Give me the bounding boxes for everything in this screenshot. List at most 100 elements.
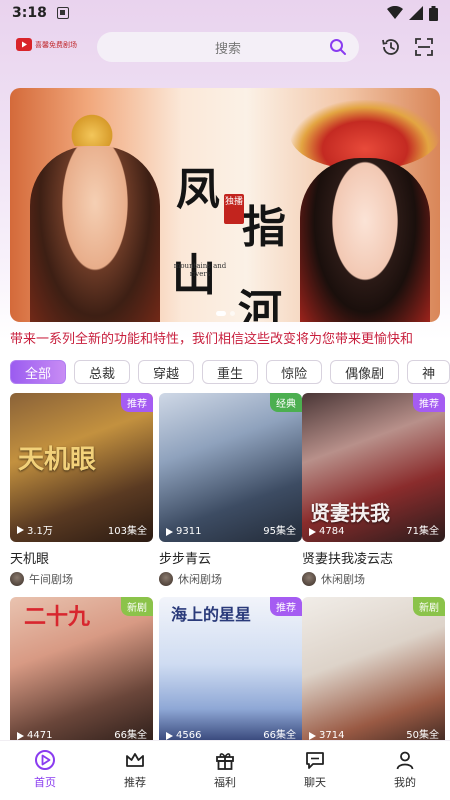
banner-dot[interactable] (229, 311, 235, 316)
drama-poster[interactable]: 海上的星星 推荐 4566 66集全 (159, 597, 302, 746)
banner-dot-active[interactable] (215, 311, 226, 316)
view-count-text: 9311 (176, 526, 202, 537)
view-count: 9311 (165, 526, 201, 537)
search-placeholder: 搜索 (214, 41, 241, 57)
scan-icon[interactable] (414, 37, 434, 57)
app-header: 喜馨免费剧场 搜索 (0, 30, 450, 64)
play-circle-icon (35, 750, 55, 770)
tab-label: 福利 (214, 776, 236, 789)
category-idol[interactable]: 偶像剧 (330, 360, 400, 384)
drama-title[interactable]: 天机眼 (10, 548, 153, 567)
tab-label: 聊天 (304, 776, 326, 789)
drama-poster[interactable]: 贤妻扶我 推荐 4784 71集全 (302, 393, 445, 542)
play-small-icon (309, 527, 316, 536)
banner-title: 凤 指 山 河 (170, 166, 290, 323)
tab-welfare[interactable]: 福利 (180, 741, 270, 800)
drama-card[interactable]: 二十九 新剧 4471 66集全 (10, 597, 153, 746)
drama-card[interactable]: 贤妻扶我 推荐 4784 71集全 贤妻扶我凌云志 休闲剧场 (302, 393, 445, 587)
status-icons (387, 5, 438, 21)
view-count: 4784 (308, 526, 344, 537)
category-all[interactable]: 全部 (10, 360, 67, 384)
banner-actor-left (30, 146, 160, 322)
drama-tag: 推荐 (121, 393, 153, 412)
wifi-icon (387, 6, 403, 19)
drama-title[interactable]: 贤妻扶我凌云志 (302, 548, 445, 567)
episode-count: 95集全 (263, 526, 296, 537)
category-ceo[interactable]: 总裁 (74, 360, 131, 384)
play-small-icon (17, 525, 24, 534)
play-small-icon (166, 527, 173, 536)
drama-source: 午间剧场 (10, 571, 153, 587)
announcement-marquee: 带来一系列全新的功能和特性，我们相信这些改变将为您带来更愉快和 (10, 332, 414, 347)
source-avatar (159, 572, 173, 586)
episode-count: 66集全 (114, 730, 147, 741)
history-icon[interactable] (381, 37, 401, 57)
view-count-text: 3.1万 (27, 526, 53, 537)
drama-tag: 推荐 (413, 393, 445, 412)
banner-seal: 独播 (224, 194, 244, 224)
search-icon[interactable] (329, 38, 347, 56)
tab-chat[interactable]: 聊天 (270, 741, 360, 800)
poster-title-art: 二十九 (24, 604, 91, 630)
poster-title-art: 海上的星星 (171, 605, 252, 624)
drama-card[interactable]: 经典 9311 95集全 步步青云 休闲剧场 (159, 393, 302, 587)
drama-card[interactable]: 新剧 3714 50集全 (302, 597, 445, 746)
banner-crown-art (70, 110, 114, 146)
source-avatar (302, 572, 316, 586)
poster-title-art: 贤妻扶我 (310, 501, 390, 525)
source-name: 休闲剧场 (178, 573, 222, 586)
drama-tag: 推荐 (270, 597, 302, 616)
banner-english-title: mountains and rivers (173, 262, 227, 278)
crown-icon (126, 753, 144, 767)
poster-title-art: 天机眼 (18, 445, 97, 475)
view-count-text: 4784 (319, 526, 345, 537)
category-rebirth[interactable]: 重生 (202, 360, 259, 384)
source-name: 休闲剧场 (321, 573, 365, 586)
category-more[interactable]: 神 (407, 360, 450, 384)
battery-icon (429, 5, 438, 21)
banner-pagination (10, 311, 440, 316)
drama-poster[interactable]: 新剧 3714 50集全 (302, 597, 445, 746)
bottom-tab-bar: 首页 推荐 福利 聊天 我的 (0, 740, 450, 800)
drama-title[interactable]: 步步青云 (159, 548, 302, 567)
drama-source: 休闲剧场 (159, 571, 302, 587)
tab-label: 推荐 (124, 776, 146, 789)
category-tabs: 全部 总裁 穿越 重生 惊险 偶像剧 神 (10, 360, 450, 384)
drama-source: 休闲剧场 (302, 571, 445, 587)
play-small-icon (166, 731, 173, 740)
episode-count: 66集全 (263, 730, 296, 741)
tab-mine[interactable]: 我的 (360, 741, 450, 800)
drama-tag: 经典 (270, 393, 302, 412)
search-bar[interactable]: 搜索 (97, 32, 359, 62)
drama-tag: 新剧 (121, 597, 153, 616)
view-count: 3.1万 (16, 522, 53, 537)
category-time-travel[interactable]: 穿越 (138, 360, 195, 384)
hero-banner[interactable]: 凤 指 山 河 独播 mountains and rivers (10, 88, 440, 322)
banner-actress-right (300, 158, 430, 322)
drama-tag: 新剧 (413, 597, 445, 616)
drama-poster[interactable]: 天机眼 推荐 3.1万 103集全 (10, 393, 153, 542)
cellular-icon (409, 6, 423, 20)
chat-icon (306, 752, 324, 769)
status-bar: 3:18 (0, 0, 450, 26)
episode-count: 50集全 (406, 730, 439, 741)
drama-poster[interactable]: 经典 9311 95集全 (159, 393, 302, 542)
status-time: 3:18 (12, 5, 47, 21)
tab-recommend[interactable]: 推荐 (90, 741, 180, 800)
tab-label: 我的 (394, 776, 416, 789)
app-logo[interactable]: 喜馨免费剧场 (16, 38, 77, 51)
episode-count: 71集全 (406, 526, 439, 537)
logo-play-icon (16, 38, 32, 51)
source-avatar (10, 572, 24, 586)
play-small-icon (309, 731, 316, 740)
play-small-icon (17, 731, 24, 740)
drama-grid: 天机眼 推荐 3.1万 103集全 天机眼 午间剧场 经典 9311 95集全 … (10, 393, 445, 746)
category-thriller[interactable]: 惊险 (266, 360, 323, 384)
drama-card[interactable]: 天机眼 推荐 3.1万 103集全 天机眼 午间剧场 (10, 393, 153, 587)
tab-home[interactable]: 首页 (0, 741, 90, 800)
user-icon (396, 751, 414, 770)
logo-text: 喜馨免费剧场 (35, 40, 77, 49)
drama-card[interactable]: 海上的星星 推荐 4566 66集全 (159, 597, 302, 746)
drama-poster[interactable]: 二十九 新剧 4471 66集全 (10, 597, 153, 746)
tab-label: 首页 (34, 776, 56, 789)
